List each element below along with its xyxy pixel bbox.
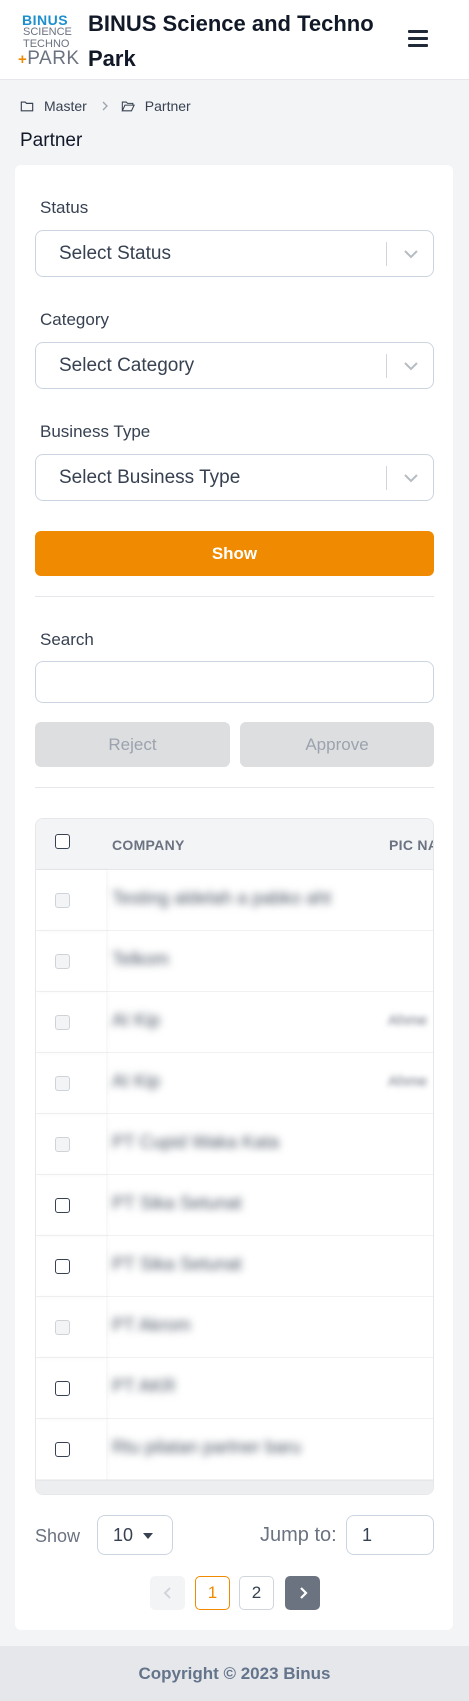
company-cell: PT Sika Setunat xyxy=(112,1193,242,1213)
table-row[interactable]: PT Cupid Waka Kata xyxy=(36,1114,433,1175)
table-header: COMPANY PIC NA xyxy=(36,819,433,870)
row-checkbox xyxy=(55,1320,70,1335)
company-cell: PT Akrom xyxy=(112,1315,191,1335)
jump-to-value: 1 xyxy=(362,1525,373,1545)
company-cell: PT AKR xyxy=(112,1376,176,1396)
show-button[interactable]: Show xyxy=(35,531,434,576)
row-checkbox-cell xyxy=(36,1297,106,1358)
business-type-label: Business Type xyxy=(40,422,151,441)
approve-button[interactable]: Approve xyxy=(240,722,434,767)
row-checkbox xyxy=(55,954,70,969)
top-header: BINUS SCIENCE TECHNO +PARK BINUS Science… xyxy=(0,0,469,80)
row-checkbox-cell xyxy=(36,1358,106,1419)
table-row[interactable]: Rtu pilatan partner baru xyxy=(36,1419,433,1480)
logo-text-park: +PARK xyxy=(18,48,80,69)
row-checkbox-cell xyxy=(36,931,106,992)
column-header-pic-name[interactable]: PIC NA xyxy=(389,837,433,853)
app-title: BINUS Science and Techno Park xyxy=(88,11,374,71)
page-button-2[interactable]: 2 xyxy=(239,1576,274,1610)
page-title: Partner xyxy=(20,130,83,151)
search-label: Search xyxy=(40,630,94,649)
row-checkbox xyxy=(55,893,70,908)
row-checkbox xyxy=(55,1076,70,1091)
row-checkbox-cell xyxy=(36,1053,106,1114)
more-options-icon[interactable]: ⋮ xyxy=(428,1073,433,1093)
chevron-right-icon xyxy=(102,101,108,111)
row-checkbox xyxy=(55,1015,70,1030)
company-cell: Telkom xyxy=(112,949,170,969)
select-divider xyxy=(386,354,387,378)
status-select[interactable]: Select Status xyxy=(35,230,434,277)
breadcrumb-partner: Partner xyxy=(144,98,191,114)
chevron-right-icon xyxy=(299,1587,308,1599)
company-cell: AI Kip xyxy=(112,1071,161,1091)
page-button-1[interactable]: 1 xyxy=(195,1576,230,1610)
page-size-label: Show xyxy=(35,1526,81,1546)
select-divider xyxy=(386,242,387,266)
row-checkbox-cell xyxy=(36,1236,106,1297)
status-label: Status xyxy=(40,198,89,217)
page-size-select[interactable]: 10 xyxy=(97,1515,173,1555)
page-size-value: 10 xyxy=(113,1525,134,1545)
chevron-down-icon xyxy=(404,250,418,259)
business-type-select-value: Select Business Type xyxy=(59,467,241,488)
binus-logo[interactable]: BINUS SCIENCE TECHNO +PARK xyxy=(18,12,79,69)
pic-name-cell: Ahme xyxy=(388,1073,428,1090)
folder-open-icon xyxy=(121,101,135,112)
row-checkbox[interactable] xyxy=(55,1259,70,1274)
status-select-value: Select Status xyxy=(59,243,171,264)
hamburger-icon[interactable] xyxy=(404,24,432,54)
table-row[interactable]: AI Kip Ahme⋮ xyxy=(36,992,433,1053)
table-row[interactable]: PT AKR xyxy=(36,1358,433,1419)
row-checkbox-cell xyxy=(36,870,106,931)
footer-copyright: Copyright © 2023 Binus xyxy=(0,1646,469,1701)
table-row[interactable]: PT Sika Setunat xyxy=(36,1175,433,1236)
breadcrumb: Master Partner xyxy=(20,95,191,117)
chevron-down-icon xyxy=(404,474,418,483)
company-cell: Rtu pilatan partner baru xyxy=(112,1437,302,1457)
category-select[interactable]: Select Category xyxy=(35,342,434,389)
company-cell: PT Sika Setunat xyxy=(112,1254,242,1274)
divider xyxy=(35,596,434,597)
row-checkbox-cell xyxy=(36,992,106,1053)
row-checkbox-cell xyxy=(36,1175,106,1236)
chevron-down-icon xyxy=(404,362,418,371)
logo-text-science: SCIENCE xyxy=(23,26,72,38)
business-type-select[interactable]: Select Business Type xyxy=(35,454,434,501)
horizontal-scrollbar[interactable] xyxy=(36,1480,433,1494)
row-checkbox[interactable] xyxy=(55,1442,70,1457)
row-checkbox-cell xyxy=(36,1114,106,1175)
jump-to-input[interactable]: 1 xyxy=(346,1515,434,1555)
column-header-company[interactable]: COMPANY xyxy=(112,837,185,853)
jump-to-label: Jump to: xyxy=(260,1524,337,1546)
table-row[interactable]: Telkom xyxy=(36,931,433,992)
company-cell: PT Cupid Waka Kata xyxy=(112,1132,280,1152)
table-row[interactable]: AI Kip Ahme⋮ xyxy=(36,1053,433,1114)
category-select-value: Select Category xyxy=(59,355,195,376)
search-input[interactable] xyxy=(35,661,434,703)
chevron-left-icon xyxy=(163,1587,171,1599)
company-cell: Testing aldelah a pabko aht xyxy=(112,888,332,908)
more-options-icon[interactable]: ⋮ xyxy=(428,1012,433,1032)
company-cell: AI Kip xyxy=(112,1010,161,1030)
row-checkbox xyxy=(55,1137,70,1152)
divider xyxy=(35,787,434,788)
table-row[interactable]: PT Sika Setunat xyxy=(36,1236,433,1297)
breadcrumb-master[interactable]: Master xyxy=(44,98,87,114)
reject-button[interactable]: Reject xyxy=(35,722,230,767)
select-all-checkbox[interactable] xyxy=(55,834,70,849)
row-checkbox[interactable] xyxy=(55,1198,70,1213)
caret-down-icon xyxy=(143,1533,153,1539)
next-page-button[interactable] xyxy=(285,1576,320,1610)
row-checkbox-cell xyxy=(36,1419,106,1480)
prev-page-button[interactable] xyxy=(150,1576,185,1610)
category-label: Category xyxy=(40,310,109,329)
folder-icon xyxy=(20,101,34,112)
partner-table: COMPANY PIC NA Testing aldelah a pabko a… xyxy=(35,818,434,1495)
table-row[interactable]: Testing aldelah a pabko aht xyxy=(36,870,433,931)
row-checkbox[interactable] xyxy=(55,1381,70,1396)
pic-name-cell: Ahme xyxy=(388,1012,428,1029)
table-row[interactable]: PT Akrom xyxy=(36,1297,433,1358)
select-divider xyxy=(386,466,387,490)
